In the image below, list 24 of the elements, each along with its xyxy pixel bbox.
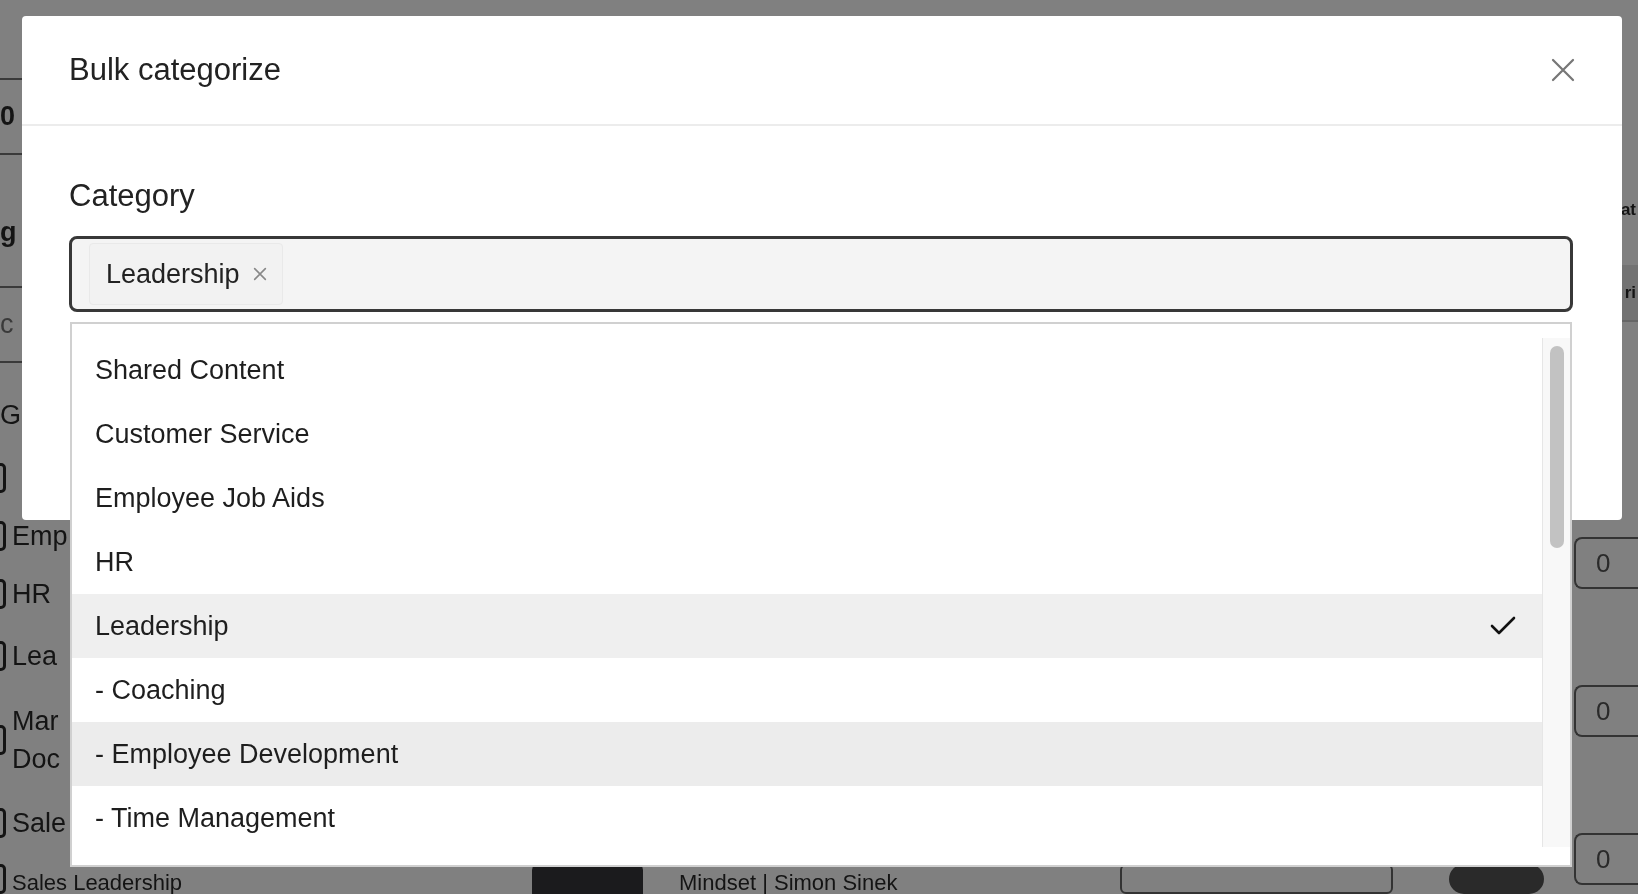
category-label: Mar Doc <box>12 705 60 776</box>
count-field[interactable]: 0 <box>1574 833 1638 885</box>
tag-label: Leadership <box>106 258 240 290</box>
count-field[interactable]: 0 <box>1574 685 1638 737</box>
section-heading: g <box>0 216 17 248</box>
category-label: Emp <box>12 520 68 553</box>
count-field[interactable]: 0 <box>1574 537 1638 589</box>
column-heading: 0 <box>0 100 16 132</box>
video-title: Mindset | Simon Sinek <box>679 872 899 894</box>
category-label: HR <box>12 578 51 611</box>
dialog-title: Bulk categorize <box>69 52 281 88</box>
field-label: Category <box>69 178 196 214</box>
remove-tag-button[interactable] <box>251 266 268 282</box>
category-label: Lea <box>12 640 58 673</box>
close-icon <box>251 266 268 282</box>
category-label: Sales Leadership <box>12 872 182 894</box>
scrollbar-thumb[interactable] <box>1549 346 1564 548</box>
column-heading: at <box>1619 199 1637 221</box>
group-label: G <box>0 400 21 432</box>
category-select[interactable]: Leadership <box>69 236 1573 312</box>
check-icon <box>1490 615 1516 637</box>
category-label: Sale <box>12 807 67 840</box>
dropdown-option[interactable]: Leadership <box>72 594 1542 658</box>
dropdown-option[interactable]: - Employee Development <box>72 722 1542 786</box>
